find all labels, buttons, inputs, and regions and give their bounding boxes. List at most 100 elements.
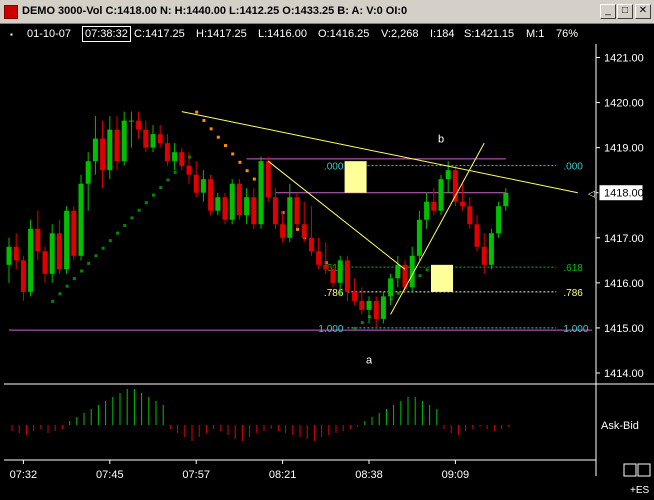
- candle-body: [344, 260, 350, 292]
- candle-body: [452, 170, 458, 202]
- fib-label-left: .786: [324, 288, 344, 299]
- fib-label-left: 1.000: [318, 324, 343, 335]
- candle-body: [49, 233, 55, 274]
- candle-body: [503, 192, 509, 207]
- trailing-stop-dot: [65, 284, 69, 288]
- candle-body: [352, 291, 358, 301]
- candle-body: [395, 264, 401, 279]
- trailing-stop-dot: [72, 277, 76, 281]
- candle-body: [20, 260, 26, 292]
- candle-body: [179, 152, 185, 166]
- candle-body: [316, 251, 322, 265]
- fib-label-left: .000: [324, 162, 344, 173]
- candle-body: [215, 197, 221, 211]
- trailing-stop-dot: [123, 223, 127, 227]
- candle-body: [164, 143, 170, 162]
- highlight-box: [344, 161, 367, 193]
- trailing-stop-dot: [159, 186, 163, 190]
- trailing-stop-dot: [137, 208, 141, 212]
- trailing-stop-dot: [108, 239, 112, 243]
- candle-body: [222, 197, 228, 220]
- candle-body: [388, 278, 394, 297]
- trailing-stop-dot: [360, 321, 364, 325]
- candle-body: [330, 269, 336, 283]
- candle-body: [236, 183, 242, 216]
- candle-body: [373, 300, 379, 319]
- price-pointer-icon: ◁: [588, 189, 595, 199]
- trailing-stop-dot: [130, 216, 134, 220]
- candle-body: [496, 206, 502, 234]
- trailing-stop-dot: [51, 299, 55, 303]
- instrument-label: +ES: [630, 485, 650, 496]
- candle-body: [438, 179, 444, 211]
- candle-body: [424, 201, 430, 220]
- candle-body: [258, 161, 264, 225]
- candle-body: [64, 210, 70, 270]
- trailing-stop-dot: [87, 261, 91, 265]
- candle-body: [136, 120, 142, 130]
- zoom-out-button: [623, 463, 637, 477]
- candle-body: [92, 138, 98, 162]
- candle-body: [323, 264, 329, 270]
- price-chart[interactable]: 1421.00 1420.00 1419.00 1417.00 1416.00 1415.…: [0, 0, 654, 500]
- trailing-stop-dot: [231, 152, 235, 156]
- candle-body: [128, 120, 134, 122]
- trailing-stop-dot: [101, 246, 105, 250]
- trailing-stop-dot: [425, 268, 429, 272]
- candle-body: [186, 165, 192, 175]
- trendline: [181, 111, 578, 194]
- trailing-stop-dot: [209, 127, 213, 131]
- candle-body: [107, 129, 113, 171]
- candle-body: [280, 224, 286, 238]
- zoom-in-button: [637, 463, 651, 477]
- trailing-stop-dot: [252, 177, 256, 181]
- candle-body: [460, 201, 466, 207]
- candle-body: [265, 161, 271, 198]
- candle-body: [301, 224, 307, 238]
- indicator-name: Ask-Bid: [601, 420, 639, 432]
- fib-label-right: .000: [563, 162, 583, 173]
- candle-body: [85, 161, 91, 184]
- candle-body: [416, 219, 422, 256]
- highlight-box: [431, 264, 453, 292]
- trailing-stop-dot: [195, 110, 199, 114]
- candle-body: [244, 197, 250, 216]
- candle-body: [359, 300, 365, 310]
- candle-body: [229, 183, 235, 220]
- fib-label-right: 1.000: [563, 324, 588, 335]
- time-tick-label: 07:45: [96, 469, 124, 481]
- candle-body: [13, 246, 19, 261]
- candle-body: [445, 170, 451, 180]
- price-tick-label: 1421.00: [604, 53, 644, 65]
- candle-body: [380, 296, 386, 319]
- candle-body: [251, 197, 257, 225]
- trailing-stop-dot: [202, 118, 206, 122]
- candle-body: [150, 134, 156, 148]
- trailing-stop-dot: [94, 254, 98, 258]
- fib-label-right: .786: [563, 288, 583, 299]
- candle-body: [287, 197, 293, 238]
- candle-body: [272, 197, 278, 225]
- time-tick-label: 07:32: [10, 469, 38, 481]
- price-tick-label: 1420.00: [604, 98, 644, 110]
- candle-body: [337, 260, 343, 283]
- chart-window: DEMO 3000-Vol C:1418.00 N: H:1440.00 L:1…: [0, 0, 654, 500]
- price-tick-label: 1416.00: [604, 278, 644, 290]
- candle-body: [488, 233, 494, 265]
- candle-body: [143, 129, 149, 148]
- candle-body: [474, 224, 480, 247]
- time-tick-label: 09:09: [442, 469, 470, 481]
- trailing-stop-dot: [166, 178, 170, 182]
- trailing-stop-dot: [245, 169, 249, 173]
- trailing-stop-dot: [224, 144, 227, 148]
- trailing-stop-dot: [238, 160, 242, 164]
- trailing-stop-dot: [116, 231, 119, 235]
- candle-body: [308, 237, 314, 252]
- price-tick-label: 1415.00: [604, 323, 644, 335]
- candle-body: [56, 233, 62, 270]
- candle-body: [467, 206, 473, 225]
- fib-label-right: .618: [563, 263, 583, 274]
- trailing-stop-dot: [152, 193, 155, 197]
- price-tick-label: 1417.00: [604, 233, 644, 245]
- candle-body: [121, 120, 127, 162]
